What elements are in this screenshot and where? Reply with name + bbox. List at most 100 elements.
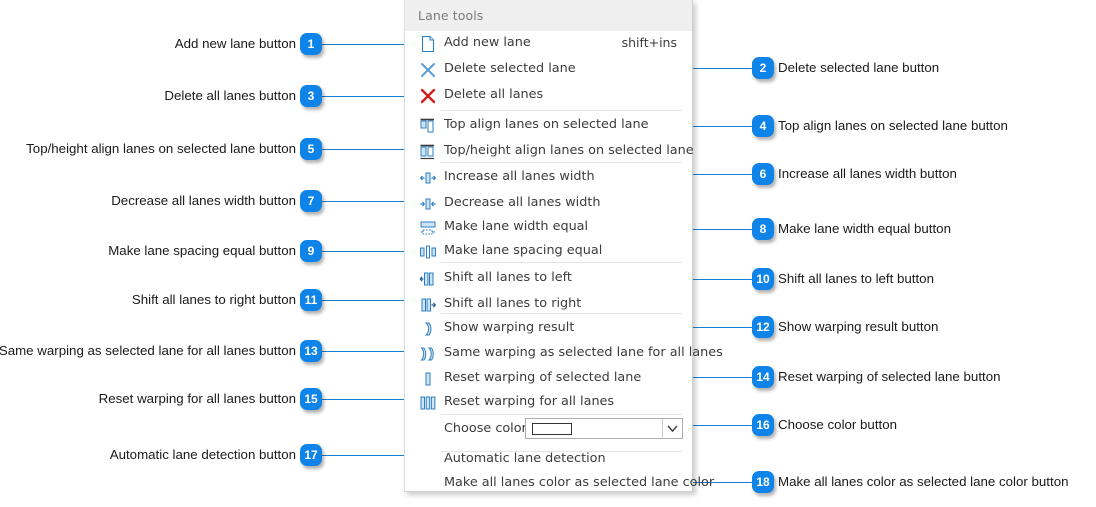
- top-align-icon: [418, 116, 438, 136]
- callout-label-4: Top align lanes on selected lane button: [778, 118, 1008, 133]
- callout-label-2: Delete selected lane button: [778, 60, 940, 75]
- callout-leader-12: [693, 327, 752, 328]
- menu-item-label: Increase all lanes width: [444, 169, 595, 184]
- callout-leader-2: [693, 68, 752, 69]
- lane-tools-panel: Lane tools Add new lane shift+ins Delete s…: [404, 0, 723, 492]
- callout-badge-11: 11: [300, 289, 322, 311]
- callout-leader-11: [322, 300, 404, 301]
- menu-item-label: Shift all lanes to left: [444, 270, 572, 285]
- menu-item-same-warping[interactable]: Same warping as selected lane for all la…: [406, 341, 723, 367]
- menu-item-label: Decrease all lanes width: [444, 195, 601, 210]
- reset-warping-all-icon: [418, 393, 438, 413]
- callout-label-7: Decrease all lanes width button: [111, 193, 296, 208]
- menu-separator: [441, 451, 682, 452]
- delete-selected-lane-icon: [418, 60, 438, 80]
- menu-item-shortcut: shift+ins: [621, 35, 677, 50]
- callout-leader-3: [322, 96, 404, 97]
- callout-leader-4: [693, 126, 752, 127]
- callout-leader-15: [322, 399, 404, 400]
- callout-leader-10: [693, 279, 752, 280]
- menu-item-footer-1[interactable]: Make all lanes color as selected lane co…: [406, 471, 714, 497]
- callout-leader-13: [322, 351, 404, 352]
- callout-badge-12: 12: [752, 316, 774, 338]
- menu-separator: [441, 110, 682, 111]
- callout-badge-18: 18: [752, 471, 774, 493]
- callout-badge-4: 4: [752, 115, 774, 137]
- callout-badge-9: 9: [300, 240, 322, 262]
- callout-badge-6: 6: [752, 163, 774, 185]
- callout-label-5: Top/height align lanes on selected lane …: [26, 141, 296, 156]
- show-warping-icon: [418, 319, 438, 339]
- chevron-down-icon[interactable]: [662, 419, 682, 438]
- new-page-icon: [418, 34, 438, 54]
- callout-label-1: Add new lane button: [174, 36, 296, 51]
- callout-label-18: Make all lanes color as selected lane co…: [778, 474, 1069, 489]
- increase-width-icon: [418, 168, 438, 188]
- menu-item-label: Add new lane: [444, 35, 531, 50]
- menu-item-label: Top align lanes on selected lane: [444, 117, 649, 132]
- equal-spacing-icon: [418, 242, 438, 262]
- callout-leader-8: [693, 229, 752, 230]
- color-swatch: [532, 423, 572, 435]
- callout-label-9: Make lane spacing equal button: [108, 243, 296, 258]
- callout-label-11: Shift all lanes to right button: [131, 292, 296, 307]
- callout-label-3: Delete all lanes button: [164, 88, 296, 103]
- menu-item-shift-right[interactable]: Shift all lanes to right: [406, 292, 691, 318]
- callout-label-17: Automatic lane detection button: [109, 447, 296, 462]
- menu-item-label: Delete all lanes: [444, 87, 544, 102]
- menu-item-label: Top/height align lanes on selected lane: [444, 143, 694, 158]
- top-height-align-icon: [418, 142, 438, 162]
- callout-badge-14: 14: [752, 366, 774, 388]
- callout-label-16: Choose color button: [778, 417, 898, 432]
- callout-leader-17: [322, 455, 404, 456]
- same-warping-icon: [418, 344, 438, 364]
- menu-item-reset-warping-all[interactable]: Reset warping for all lanes: [406, 390, 691, 416]
- callout-leader-14: [693, 377, 752, 378]
- choose-color-row[interactable]: Choose color: [406, 416, 691, 443]
- menu-item-top-align[interactable]: Top align lanes on selected lane: [406, 113, 691, 139]
- menu-item-delete-selected-lane[interactable]: Delete selected lane: [406, 57, 691, 83]
- callout-badge-1: 1: [300, 33, 322, 55]
- menu-separator: [441, 313, 682, 314]
- callout-leader-1: [322, 44, 404, 45]
- menu-separator: [441, 162, 682, 163]
- color-combobox[interactable]: [525, 418, 683, 439]
- menu-item-label: Reset warping for all lanes: [444, 394, 615, 409]
- decrease-width-icon: [418, 194, 438, 214]
- callout-leader-6: [693, 174, 752, 175]
- panel-header: Lane tools: [405, 0, 692, 31]
- menu-item-equal-width[interactable]: Make lane width equal: [406, 215, 691, 241]
- callout-badge-5: 5: [300, 138, 322, 160]
- menu-item-delete-all-lanes[interactable]: Delete all lanes: [406, 83, 691, 109]
- menu-item-label: Shift all lanes to right: [444, 296, 582, 311]
- annotated-screenshot: 1 Add new lane button 3 Delete all lanes bu…: [0, 0, 1096, 507]
- callout-badge-15: 15: [300, 388, 322, 410]
- menu-item-new-page[interactable]: Add new lane shift+ins: [406, 31, 691, 57]
- callout-leader-16: [693, 425, 752, 426]
- callout-label-12: Show warping result button: [778, 319, 939, 334]
- menu-item-decrease-width[interactable]: Decrease all lanes width: [406, 191, 691, 217]
- callout-leader-9: [322, 251, 404, 252]
- callout-badge-7: 7: [300, 190, 322, 212]
- menu-item-increase-width[interactable]: Increase all lanes width: [406, 165, 691, 191]
- menu-item-label: Make all lanes color as selected lane co…: [444, 475, 715, 490]
- callout-badge-3: 3: [300, 85, 322, 107]
- menu-item-label: Make lane width equal: [444, 219, 589, 234]
- callout-leader-5: [322, 149, 404, 150]
- menu-item-label: Reset warping of selected lane: [444, 370, 642, 385]
- delete-all-lanes-icon: [418, 86, 438, 106]
- choose-color-label: Choose color: [444, 421, 527, 436]
- menu-item-shift-left[interactable]: Shift all lanes to left: [406, 266, 691, 292]
- menu-item-label: Automatic lane detection: [444, 451, 606, 466]
- shift-left-icon: [418, 269, 438, 289]
- callout-badge-10: 10: [752, 268, 774, 290]
- callout-label-8: Make lane width equal button: [778, 221, 951, 236]
- callout-badge-16: 16: [752, 414, 774, 436]
- callout-badge-13: 13: [300, 340, 322, 362]
- menu-item-reset-warping[interactable]: Reset warping of selected lane: [406, 366, 691, 392]
- callout-badge-8: 8: [752, 218, 774, 240]
- callout-label-15: Reset warping for all lanes button: [98, 391, 296, 406]
- callout-badge-17: 17: [300, 444, 322, 466]
- menu-item-label: Same warping as selected lane for all la…: [444, 345, 723, 360]
- menu-item-show-warping[interactable]: Show warping result: [406, 316, 691, 342]
